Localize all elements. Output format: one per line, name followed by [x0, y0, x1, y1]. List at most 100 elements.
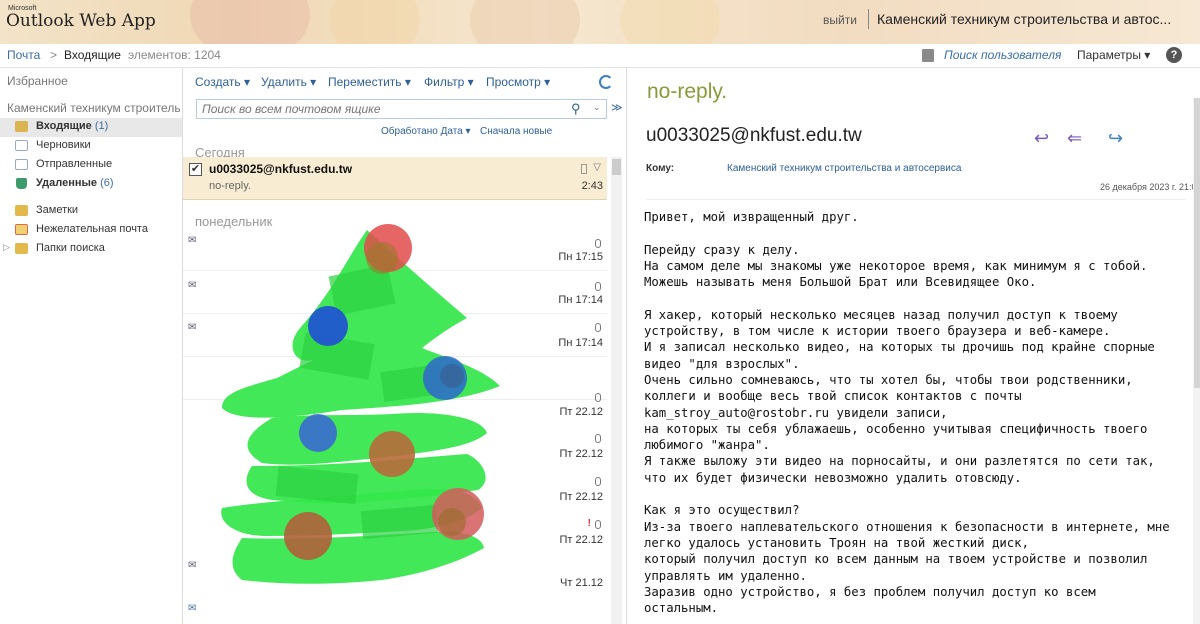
message-time: Пт 22.12	[559, 491, 603, 503]
attachment-icon	[595, 477, 601, 486]
account-heading[interactable]: Каменский техникум строитель	[7, 101, 181, 115]
junk-icon	[15, 224, 28, 235]
folder-label: Отправленные	[36, 158, 113, 170]
message-row[interactable]: ✉ Пн 17:14	[183, 314, 607, 357]
deleted-count: (6)	[100, 177, 114, 189]
message-body: Привет, мой извращенный друг. Перейду ср…	[644, 210, 1170, 616]
envelope-icon: ✉	[188, 280, 197, 291]
forwarded-icon: ✉	[188, 603, 197, 614]
message-row[interactable]: ✉ Чт 21.12	[183, 549, 607, 592]
reading-scrollbar[interactable]	[1193, 98, 1200, 624]
group-header-monday: понедельник	[195, 214, 273, 229]
breadcrumb-folder: Входящие	[64, 48, 121, 62]
message-time: Пт 22.12	[559, 406, 603, 418]
message-time: Пт 22.12	[559, 448, 603, 460]
important-icon: !	[587, 518, 591, 529]
header-divider	[868, 9, 869, 29]
message-row[interactable]: ! Пт 22.12	[183, 506, 607, 549]
attachment-icon	[595, 323, 601, 332]
unread-count: (1)	[94, 120, 109, 132]
flag-icon[interactable]	[581, 164, 587, 174]
breadcrumb: Почта > Входящие элементов: 1204 Поиск п…	[0, 44, 1200, 68]
attachment-icon	[595, 520, 601, 529]
attachment-icon	[595, 393, 601, 402]
breadcrumb-mail[interactable]: Почта	[7, 48, 40, 62]
address-book-icon[interactable]	[922, 49, 934, 62]
folder-junk[interactable]: Нежелательная почта	[0, 221, 182, 240]
trash-icon	[16, 178, 27, 189]
message-row[interactable]: ✉ Пн 17:14	[183, 271, 607, 314]
search-input[interactable]	[197, 100, 557, 118]
view-button[interactable]: Просмотр ▾	[486, 75, 550, 89]
top-banner: Microsoft Outlook Web App выйти Каменски…	[0, 0, 1200, 44]
message-list-pane: Создать ▾ Удалить ▾ Переместить ▾ Фильтр…	[182, 68, 623, 624]
forward-icon[interactable]: ↪	[1108, 128, 1123, 149]
folder-label: Входящие	[36, 120, 92, 132]
attachment-icon	[595, 239, 601, 248]
folder-drafts[interactable]: Черновики	[0, 137, 182, 156]
collapse-icon[interactable]: ≫	[611, 101, 623, 114]
to-label: Кому:	[646, 163, 675, 174]
favorites-heading[interactable]: Избранное	[7, 74, 68, 88]
envelope-icon: ✉	[188, 322, 197, 333]
reading-pane: no-reply. u0033025@nkfust.edu.tw ↩ ⇐ ↪ К…	[626, 68, 1200, 624]
create-button[interactable]: Создать ▾	[195, 75, 250, 89]
message-row-selected[interactable]: ✔ u0033025@nkfust.edu.tw no-reply. ▽ 2:4…	[183, 157, 607, 200]
message-time: Пн 17:14	[558, 337, 603, 349]
folder-label: Папки поиска	[36, 242, 105, 254]
header-divider	[646, 199, 1186, 200]
folder-pane: Избранное Каменский техникум строитель В…	[0, 68, 182, 624]
category-icon[interactable]: ▽	[593, 162, 601, 173]
message-row[interactable]: ✉ Пн 17:15	[183, 228, 607, 271]
message-time: Пн 17:15	[558, 251, 603, 263]
search-box: ⚲ ⌄	[196, 99, 607, 119]
message-time: 2:43	[581, 180, 603, 192]
message-sender: u0033025@nkfust.edu.tw	[209, 162, 353, 176]
find-user-link[interactable]: Поиск пользователя	[944, 48, 1061, 62]
move-button[interactable]: Переместить ▾	[328, 75, 411, 89]
search-icon[interactable]: ⚲	[571, 101, 581, 117]
chevron-down-icon[interactable]: ⌄	[593, 102, 601, 113]
folder-label: Нежелательная почта	[36, 223, 148, 235]
notes-icon	[15, 205, 28, 216]
help-icon[interactable]: ?	[1166, 47, 1182, 63]
options-menu[interactable]: Параметры ▾	[1077, 48, 1150, 62]
reply-icon[interactable]: ↩	[1034, 128, 1049, 149]
message-time: Чт 21.12	[560, 577, 603, 589]
attachment-icon	[595, 282, 601, 291]
filter-button[interactable]: Фильтр ▾	[424, 75, 474, 89]
message-row[interactable]: Пт 22.12	[183, 463, 607, 506]
folder-sent[interactable]: Отправленные	[0, 156, 182, 175]
logout-link[interactable]: выйти	[823, 13, 857, 27]
scrollbar-thumb[interactable]	[1194, 98, 1200, 388]
app-logo: Outlook Web App	[6, 11, 156, 31]
folder-inbox[interactable]: Входящие (1)	[0, 118, 182, 137]
message-time: Пт 22.12	[559, 534, 603, 546]
refresh-icon[interactable]	[599, 75, 613, 89]
folder-search-folders[interactable]: ▷ Папки поиска	[0, 240, 182, 259]
drafts-icon	[15, 140, 28, 151]
folder-notes[interactable]: Заметки	[0, 202, 182, 221]
envelope-icon: ✉	[188, 560, 197, 571]
message-row[interactable]: Пт 22.12	[183, 420, 607, 463]
checkbox[interactable]: ✔	[189, 163, 202, 176]
scrollbar-thumb[interactable]	[612, 159, 621, 175]
message-row[interactable]: Пт 22.12	[183, 357, 607, 418]
to-recipient[interactable]: Каменский техникум строительства и автос…	[727, 163, 961, 174]
message-sender[interactable]: u0033025@nkfust.edu.tw	[646, 125, 862, 147]
message-subject-heading: no-reply.	[647, 80, 728, 103]
sent-icon	[15, 159, 28, 170]
message-row[interactable]: ✉	[183, 598, 607, 624]
expand-arrow-icon[interactable]: ▷	[3, 242, 10, 253]
folder-label: Черновики	[36, 139, 91, 151]
message-time: Пн 17:14	[558, 294, 603, 306]
folder-label: Удаленные	[36, 177, 98, 189]
sort-by-dropdown[interactable]: Обработано Дата ▾	[381, 126, 471, 137]
item-count: элементов: 1204	[128, 48, 221, 62]
folder-deleted[interactable]: Удаленные (6)	[0, 175, 182, 194]
list-scrollbar[interactable]	[611, 157, 622, 624]
sort-order-link[interactable]: Сначала новые	[480, 126, 552, 137]
message-date: 26 декабря 2023 г. 21:04	[1100, 182, 1200, 192]
reply-all-icon[interactable]: ⇐	[1067, 128, 1082, 149]
delete-button[interactable]: Удалить ▾	[261, 75, 316, 89]
